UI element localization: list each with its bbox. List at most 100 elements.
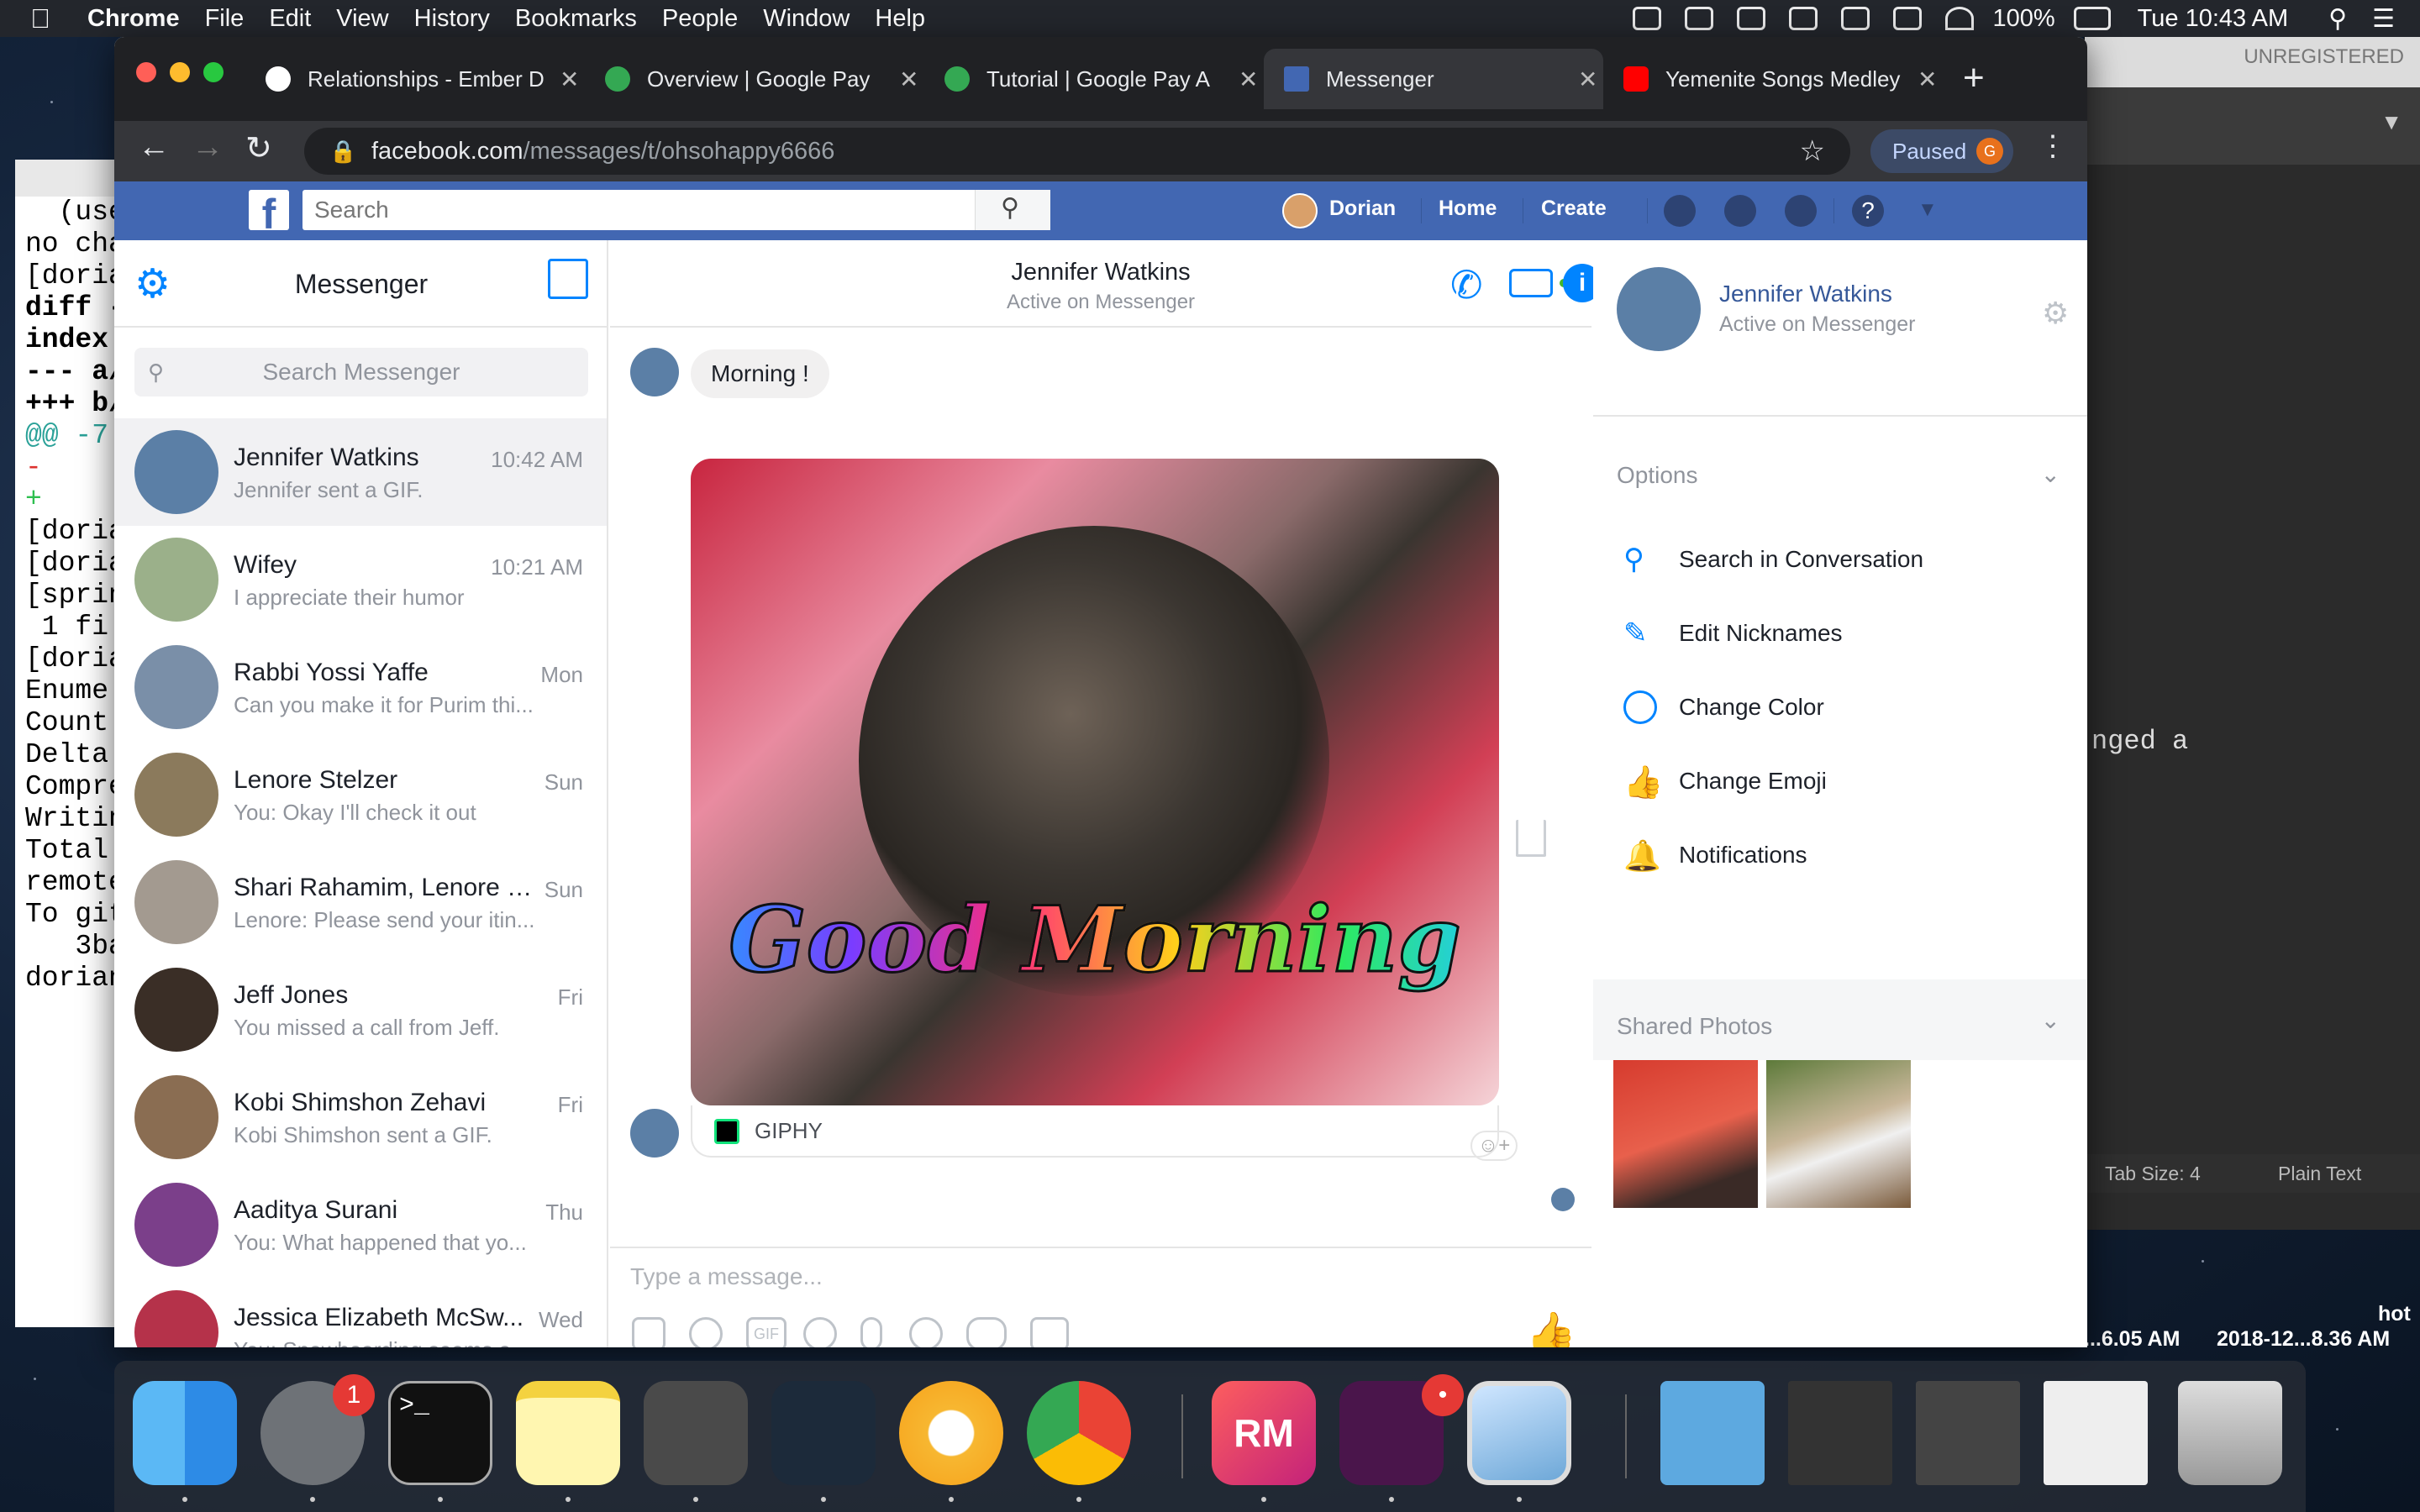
search-button[interactable]: ⚲ (975, 190, 1050, 230)
close-tab-icon[interactable]: ✕ (560, 66, 579, 93)
sticker-icon[interactable] (689, 1317, 723, 1347)
cloud-icon[interactable] (1737, 7, 1766, 30)
compose-icon[interactable] (548, 259, 588, 299)
sublime-text-window[interactable]: UNREGISTERED ▼ nged a Tab Size: 4 Plain … (2084, 37, 2420, 1230)
share-icon[interactable] (1516, 820, 1546, 857)
chevron-down-icon[interactable]: ⌄ (2041, 460, 2060, 488)
conversation-item[interactable]: Jennifer Watkins Jennifer sent a GIF. 10:4… (114, 418, 607, 526)
chat-contact-name[interactable]: Jennifer Watkins (610, 259, 1591, 286)
tab-size-label[interactable]: Tab Size: 4 (2105, 1163, 2201, 1185)
gif-icon[interactable]: GIF (746, 1317, 786, 1347)
info-contact-name[interactable]: Jennifer Watkins (1719, 281, 1892, 307)
menu-file[interactable]: File (205, 5, 245, 33)
info-settings-gear-icon[interactable]: ⚙ (2042, 296, 2069, 331)
shared-photos-header[interactable]: Shared Photos ⌄ (1593, 979, 2087, 1060)
conversation-item[interactable]: Jessica Elizabeth McSw... You: Snowboardi… (114, 1278, 607, 1347)
menu-history[interactable]: History (414, 5, 490, 33)
menu-bookmarks[interactable]: Bookmarks (515, 5, 637, 33)
preview-icon[interactable] (1467, 1381, 1571, 1485)
chevron-down-icon[interactable]: ⌄ (2041, 1006, 2060, 1034)
facebook-search-input[interactable]: Search ⚲ (302, 190, 1050, 230)
reload-icon[interactable]: ↻ (245, 129, 272, 167)
upload-cloud-icon[interactable] (1789, 7, 1818, 30)
browser-tab[interactable]: Tutorial | Google Pay A ✕ (924, 49, 1264, 109)
add-reaction-icon[interactable]: ☺+ (1470, 1131, 1518, 1161)
facebook-logo[interactable]: f (249, 190, 289, 230)
recent-screenshot-thumbnail[interactable] (1788, 1381, 1892, 1485)
like-thumb-icon[interactable]: 👍 (1526, 1309, 1576, 1347)
screenshot-label[interactable]: ...6.05 AM (2084, 1327, 2180, 1352)
shared-photo[interactable] (1613, 1060, 1758, 1208)
friend-requests-icon[interactable] (1664, 195, 1696, 227)
forward-arrow-icon[interactable]: → (192, 129, 224, 165)
browser-tab-active[interactable]: Messenger ✕ (1264, 49, 1603, 109)
menu-people[interactable]: People (662, 5, 738, 33)
shared-photo[interactable] (1766, 1060, 1911, 1208)
search-messenger-input[interactable]: ⚲ Search Messenger (134, 348, 588, 396)
option-change-emoji[interactable]: 👍 Change Emoji (1593, 753, 2087, 811)
new-tab-icon[interactable]: + (1963, 57, 1985, 99)
conversation-item[interactable]: Kobi Shimshon Zehavi Kobi Shimshon sent a… (114, 1063, 607, 1171)
close-tab-icon[interactable]: ✕ (1239, 66, 1258, 93)
zoom-window-button[interactable] (203, 62, 224, 82)
close-tab-icon[interactable]: ✕ (899, 66, 918, 93)
user-avatar[interactable] (1282, 193, 1318, 228)
close-tab-icon[interactable]: ✕ (1578, 66, 1597, 93)
video-call-icon[interactable] (1509, 269, 1553, 297)
conversation-item[interactable]: Shari Rahamim, Lenore S... Lenore: Please… (114, 848, 607, 956)
screen-capture-icon[interactable] (1841, 7, 1870, 30)
battery-percent[interactable]: 100% (1992, 5, 2054, 33)
option-edit-nicknames[interactable]: ✎ Edit Nicknames (1593, 605, 2087, 664)
gif-attribution[interactable]: GIPHY (691, 1105, 1499, 1158)
option-notifications[interactable]: 🔔 Notifications (1593, 827, 2087, 885)
browser-tab[interactable]: Yemenite Songs Medley ✕ (1603, 49, 1943, 109)
evernote-icon[interactable] (1685, 7, 1714, 30)
back-arrow-icon[interactable]: ← (138, 129, 170, 165)
menu-view[interactable]: View (336, 5, 388, 33)
gif-message[interactable]: Good Morning (691, 459, 1499, 1105)
conversation-item[interactable]: Wifey I appreciate their humor 10:21 AM (114, 526, 607, 633)
conversation-item[interactable]: Jeff Jones You missed a call from Jeff. Fr… (114, 956, 607, 1063)
menu-help[interactable]: Help (875, 5, 925, 33)
help-icon[interactable]: ? (1852, 195, 1884, 227)
chrome-icon[interactable] (1027, 1381, 1131, 1485)
notes-icon[interactable] (516, 1381, 620, 1485)
browser-tab[interactable]: Relationships - Ember D ✕ (245, 49, 585, 109)
photo-attach-icon[interactable] (632, 1317, 666, 1347)
profile-link[interactable]: Dorian (1329, 197, 1396, 221)
menu-app-name[interactable]: Chrome (87, 5, 180, 33)
send-money-icon[interactable] (909, 1317, 943, 1347)
clock[interactable]: Tue 10:43 AM (2138, 5, 2288, 33)
menu-window[interactable]: Window (763, 5, 850, 33)
create-link[interactable]: Create (1541, 197, 1607, 221)
dropbox-icon[interactable] (1633, 7, 1662, 30)
recent-screenshot-thumbnail[interactable] (1916, 1381, 2020, 1485)
chrome-menu-icon[interactable]: ⋮ (2039, 129, 2067, 163)
message-bubble[interactable]: Morning ! (691, 349, 829, 398)
terminal-icon[interactable]: >_ (388, 1381, 492, 1485)
profile-button[interactable]: Paused G (1870, 129, 2013, 173)
apple-icon[interactable]:  (30, 3, 50, 34)
conversation-item[interactable]: Rabbi Yossi Yaffe Can you make it for Pur… (114, 633, 607, 741)
voice-call-icon[interactable]: ✆ (1450, 262, 1483, 307)
menu-edit[interactable]: Edit (269, 5, 311, 33)
option-change-color[interactable]: Change Color (1593, 679, 2087, 738)
conversation-item[interactable]: Lenore Stelzer You: Okay I'll check it ou… (114, 741, 607, 848)
trash-icon[interactable] (2178, 1381, 2282, 1485)
home-link[interactable]: Home (1439, 197, 1497, 221)
camera-icon[interactable] (1030, 1317, 1069, 1347)
account-menu-caret-icon[interactable]: ▼ (1918, 198, 1938, 222)
option-search-in-conversation[interactable]: ⚲ Search in Conversation (1593, 531, 2087, 590)
address-bar[interactable]: 🔒 facebook.com/messages/t/ohsohappy6666 … (304, 128, 1850, 175)
downloads-folder-icon[interactable] (1660, 1381, 1765, 1485)
close-tab-icon[interactable]: ✕ (1918, 66, 1937, 93)
games-icon[interactable] (966, 1317, 1007, 1347)
info-avatar[interactable] (1617, 267, 1701, 351)
screenshot-label[interactable]: 2018-12...8.36 AM (2217, 1327, 2390, 1352)
airplay-icon[interactable] (1893, 7, 1923, 30)
wifi-icon[interactable] (1945, 7, 1975, 30)
finder-icon[interactable] (133, 1381, 237, 1485)
notifications-bell-icon[interactable] (1785, 195, 1817, 227)
minimize-window-button[interactable] (170, 62, 190, 82)
rubymine-icon[interactable]: RM (1212, 1381, 1316, 1485)
